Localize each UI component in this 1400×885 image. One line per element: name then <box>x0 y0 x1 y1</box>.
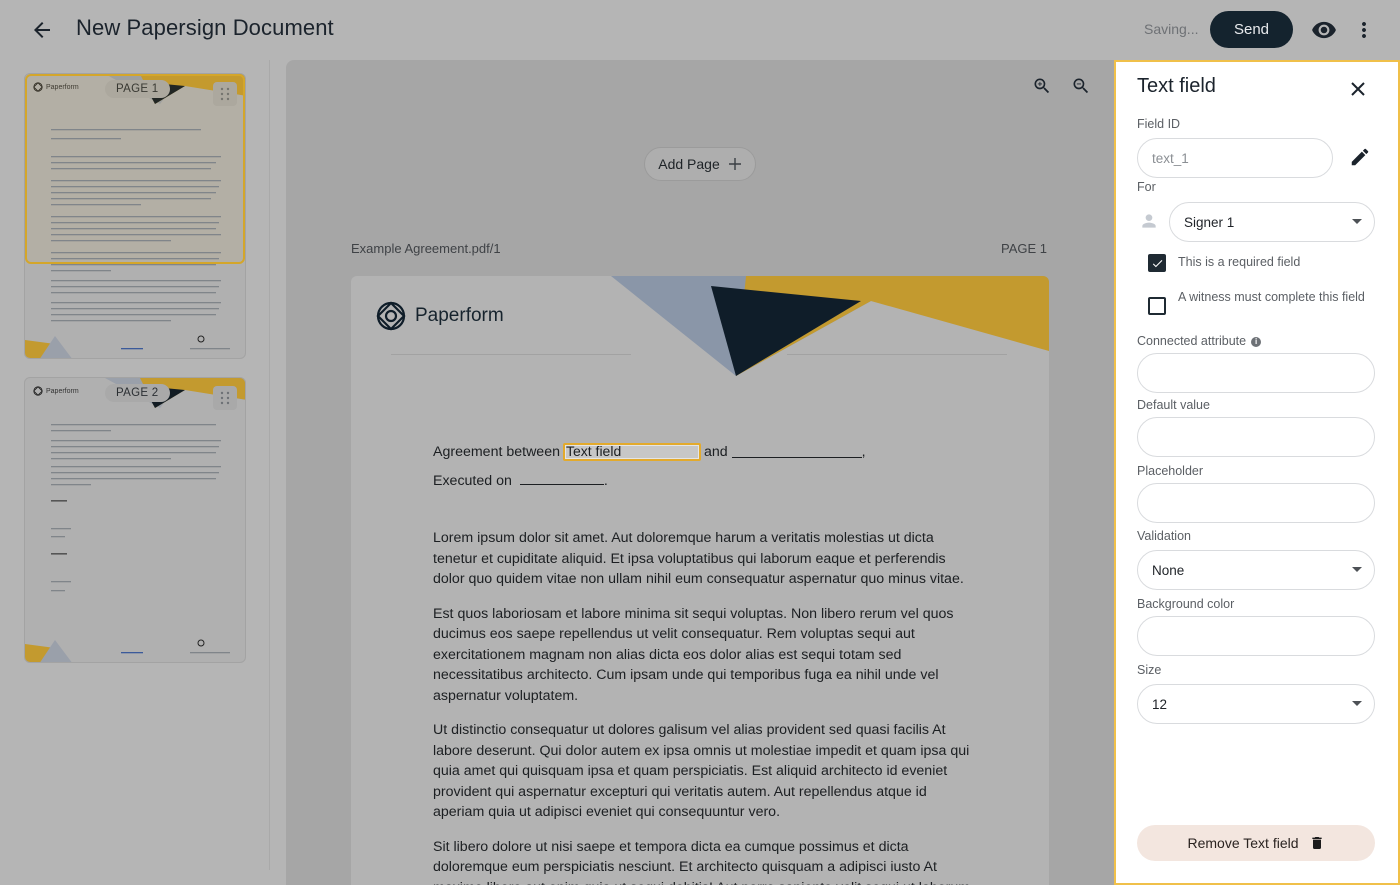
validation-select-value: None <box>1152 562 1185 578</box>
blank-line <box>519 473 604 485</box>
chevron-down-icon <box>1352 567 1362 572</box>
validation-select[interactable]: None <box>1137 550 1375 590</box>
panel-title: Text field <box>1137 75 1216 97</box>
for-label: For <box>1137 180 1156 194</box>
agreement-suffix: , <box>861 444 866 460</box>
default-value-input[interactable] <box>1137 417 1375 457</box>
chevron-down-icon <box>1352 219 1362 224</box>
document-body: Lorem ipsum dolor sit amet. Aut doloremq… <box>433 528 973 885</box>
close-panel-button[interactable] <box>1345 76 1371 102</box>
zoom-out-button[interactable] <box>1069 74 1093 98</box>
back-button[interactable] <box>26 14 58 46</box>
add-page-label: Add Page <box>658 156 720 172</box>
page-thumbnail-2[interactable]: Paperform PAGE 2 <box>24 377 246 663</box>
size-select-value: 12 <box>1152 696 1168 712</box>
placed-text-field[interactable]: Text field <box>562 443 701 462</box>
zoom-in-icon <box>1034 78 1050 94</box>
chevron-down-icon <box>1352 701 1362 706</box>
required-field-row: This is a required field <box>1148 254 1368 272</box>
agreement-mid: and <box>703 444 728 460</box>
placeholder-input[interactable] <box>1137 483 1375 523</box>
field-properties-panel: Text field Field ID text_1 For Signer 1 … <box>1114 60 1400 885</box>
witness-row: A witness must complete this field <box>1148 289 1368 315</box>
agreement-line: Agreement between Text field and , <box>433 442 973 463</box>
page-thumbnails-sidebar: Paperform PAGE 1 Paperform PAGE 2 <box>0 60 270 870</box>
required-checkbox[interactable] <box>1148 254 1166 272</box>
executed-line: Executed on . <box>433 471 973 492</box>
blank-line <box>731 446 862 459</box>
pencil-icon <box>1351 148 1369 166</box>
background-color-label: Background color <box>1137 597 1235 611</box>
arrow-back-icon <box>34 22 50 38</box>
add-page-button[interactable]: Add Page <box>644 147 756 181</box>
field-id-input[interactable]: text_1 <box>1137 138 1333 178</box>
body-paragraph: Ut distinctio consequatur ut dolores gal… <box>433 722 970 820</box>
body-paragraph: Sit libero dolore ut nisi saepe et tempo… <box>433 838 970 885</box>
page-thumbnail-1[interactable]: Paperform PAGE 1 <box>24 73 246 359</box>
background-color-input[interactable] <box>1137 616 1375 656</box>
body-paragraph: Lorem ipsum dolor sit amet. Aut doloremq… <box>433 530 964 587</box>
connected-attribute-text: Connected attribute <box>1137 334 1247 348</box>
file-name: Example Agreement.pdf/1 <box>351 241 501 256</box>
remove-field-button[interactable]: Remove Text field <box>1137 825 1375 861</box>
document-canvas: Add Page Example Agreement.pdf/1 PAGE 1 … <box>286 60 1114 885</box>
eye-icon <box>1312 21 1336 39</box>
document-brand: Paperform <box>375 300 504 332</box>
thumbnail-text-lines <box>25 424 230 662</box>
document-title: New Papersign Document <box>76 15 334 40</box>
more-options-button[interactable] <box>1350 14 1378 46</box>
header-divider <box>787 354 1007 355</box>
validation-label: Validation <box>1137 529 1191 543</box>
saving-status: Saving... <box>1144 21 1199 37</box>
check-icon <box>1152 259 1162 267</box>
preview-button[interactable] <box>1308 14 1340 46</box>
placeholder-label: Placeholder <box>1137 464 1204 478</box>
body-paragraph: Est quos laboriosam et labore minima sit… <box>433 605 954 704</box>
header-divider <box>391 354 631 355</box>
info-icon[interactable]: i <box>1251 336 1262 347</box>
trash-icon <box>1311 837 1322 849</box>
top-bar: New Papersign Document Saving... Send <box>0 0 1400 60</box>
page-number: PAGE 1 <box>1001 241 1048 256</box>
paperform-logo-icon <box>376 301 406 331</box>
zoom-in-button[interactable] <box>1030 74 1054 98</box>
signer-avatar <box>1138 210 1160 232</box>
signer-select-value: Signer 1 <box>1184 214 1235 230</box>
person-icon <box>1142 214 1156 228</box>
remove-field-label: Remove Text field <box>1187 835 1299 851</box>
witness-checkbox[interactable] <box>1148 297 1166 315</box>
executed-label: Executed on <box>433 473 512 489</box>
close-icon <box>1351 82 1365 96</box>
document-brand-name: Paperform <box>415 305 504 326</box>
thumbnail-text-lines <box>25 129 230 358</box>
required-label: This is a required field <box>1178 255 1301 269</box>
plus-icon <box>728 158 741 170</box>
zoom-out-icon <box>1073 78 1089 94</box>
executed-suffix: . <box>603 473 608 489</box>
signer-select[interactable]: Signer 1 <box>1169 202 1375 242</box>
edit-field-id-button[interactable] <box>1347 144 1373 170</box>
witness-label: A witness must complete this field <box>1178 290 1365 304</box>
size-select[interactable]: 12 <box>1137 684 1375 724</box>
field-id-label: Field ID <box>1137 117 1181 131</box>
default-value-label: Default value <box>1137 398 1210 412</box>
agreement-prefix: Agreement between <box>433 444 560 460</box>
more-vert-icon <box>1362 22 1366 38</box>
size-label: Size <box>1137 663 1162 677</box>
document-page: Paperform Agreement between Text field a… <box>351 276 1049 885</box>
send-button[interactable]: Send <box>1210 11 1293 48</box>
connected-attribute-input[interactable] <box>1137 353 1375 393</box>
connected-attribute-label: Connected attribute i <box>1137 334 1262 348</box>
